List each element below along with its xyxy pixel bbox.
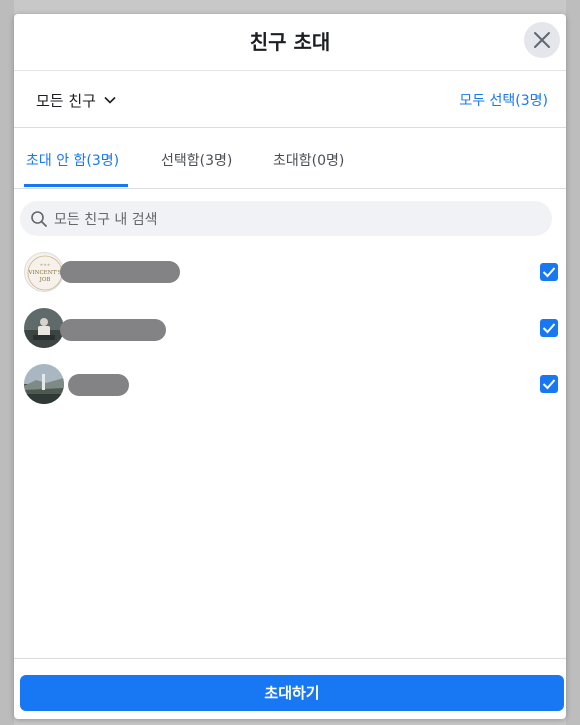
invite-friends-dialog: 친구 초대 모든 친구 모두 선택(3명) 초대 안 함(3명) 선택함(3명)… [14, 14, 566, 719]
friend-filter-dropdown[interactable]: 모든 친구 [36, 89, 116, 111]
friend-checkbox[interactable] [540, 319, 558, 337]
redacted-friend-name [68, 374, 129, 396]
avatar-photo [24, 308, 64, 348]
avatar [24, 308, 64, 348]
close-button[interactable] [524, 22, 560, 58]
dialog-title: 친구 초대 [249, 30, 331, 54]
send-invites-button[interactable]: 초대하기 [20, 675, 564, 711]
select-all-button[interactable]: 모두 선택(3명) [459, 90, 548, 110]
redacted-friend-name [60, 319, 166, 341]
backdrop-left [0, 0, 14, 725]
tab-selected[interactable]: 선택함(3명) [161, 150, 232, 170]
search-icon [31, 211, 47, 227]
friend-row[interactable] [14, 305, 566, 351]
checkmark-icon [542, 379, 556, 390]
invite-tabs: 초대 안 함(3명) 선택함(3명) 초대함(0명) [14, 128, 566, 189]
avatar-logo-text: JOB [39, 277, 51, 283]
backdrop-right [566, 0, 580, 725]
avatar: VINCENT'S JOB ★★★ [24, 252, 64, 292]
avatar [24, 364, 64, 404]
tab-invited[interactable]: 초대함(0명) [273, 150, 344, 170]
chevron-down-icon [104, 96, 116, 104]
search-input[interactable] [52, 201, 536, 238]
friend-checkbox[interactable] [540, 375, 558, 393]
avatar-logo: VINCENT'S JOB ★★★ [28, 255, 63, 291]
friend-filter-label: 모든 친구 [36, 91, 96, 110]
filter-row: 모든 친구 모두 선택(3명) [14, 71, 566, 128]
dialog-header: 친구 초대 [14, 14, 566, 71]
tab-not-invited[interactable]: 초대 안 함(3명) [26, 150, 119, 170]
dialog-footer: 초대하기 [14, 658, 566, 719]
svg-text:★★★: ★★★ [40, 262, 51, 267]
friend-search-bar [20, 201, 552, 238]
avatar-logo-text: VINCENT'S [28, 270, 62, 276]
close-icon [534, 32, 550, 48]
active-tab-indicator [24, 184, 128, 187]
checkmark-icon [542, 267, 556, 278]
friend-row[interactable]: VINCENT'S JOB ★★★ [14, 249, 566, 295]
checkmark-icon [542, 323, 556, 334]
friend-checkbox[interactable] [540, 263, 558, 281]
friend-row[interactable] [14, 361, 566, 407]
avatar-photo [24, 364, 64, 404]
redacted-friend-name [60, 261, 180, 283]
